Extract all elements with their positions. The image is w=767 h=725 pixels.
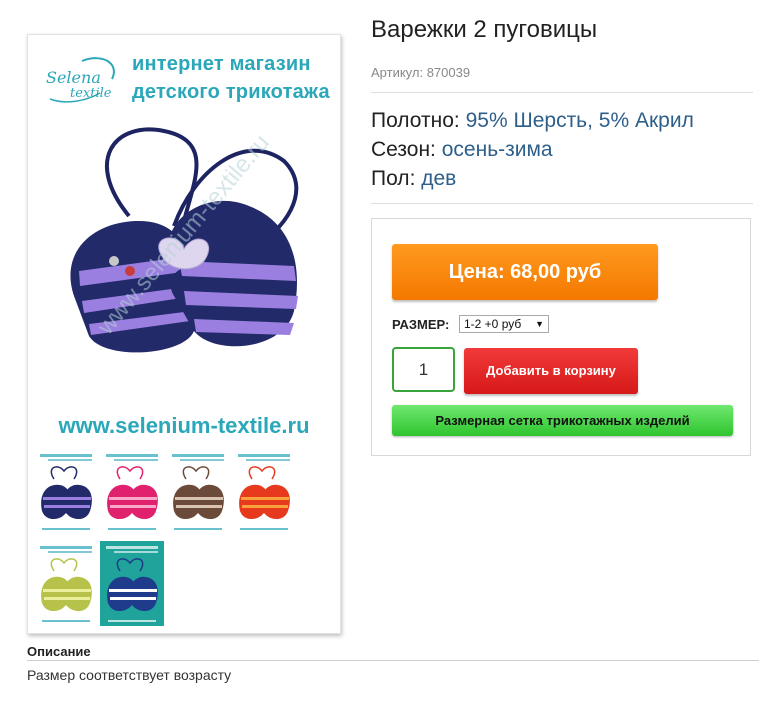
thumbnail-mittens-icon	[106, 454, 158, 530]
store-website: www.selenium-textile.ru	[58, 413, 310, 438]
dropdown-arrow-icon: ▼	[535, 319, 544, 329]
thumb-brown-beige[interactable]	[166, 449, 230, 534]
brand-logo-icon: Selena textile	[46, 57, 115, 103]
thumb-pink[interactable]	[100, 449, 164, 534]
attr-gender-value: дев	[421, 167, 457, 190]
thumbnail-mittens-icon	[106, 546, 158, 622]
thumbnail-mittens-icon	[40, 454, 92, 530]
thumb-teal-navy[interactable]	[100, 541, 164, 626]
thumb-navy-lilac[interactable]	[34, 449, 98, 534]
description-heading: Описание	[27, 644, 91, 659]
buy-box: Цена: 68,00 руб РАЗМЕР: 1-2 +0 руб ▼ 1 Д…	[371, 218, 751, 456]
quantity-input[interactable]: 1	[392, 347, 455, 392]
size-chart-button[interactable]: Размерная сетка трикотажных изделий	[392, 405, 733, 436]
attr-gender-key: Пол:	[371, 167, 416, 190]
size-select-value: 1-2 +0 руб	[464, 317, 522, 331]
product-gallery: Selena textile интернет магазин детского…	[27, 34, 341, 634]
attr-gender: Пол: дев	[371, 167, 456, 191]
store-tagline-1: интернет магазин	[132, 53, 311, 75]
divider	[371, 92, 753, 93]
thumb-olive[interactable]	[34, 541, 98, 626]
store-tagline-2: детского трикотажа	[132, 81, 330, 103]
attr-fabric: Полотно: 95% Шерсть, 5% Акрил	[371, 109, 694, 133]
description-text: Размер соответствует возрасту	[27, 667, 232, 683]
thumb-orange-red[interactable]	[232, 449, 296, 534]
attr-fabric-value: 95% Шерсть, 5% Акрил	[465, 109, 694, 132]
attr-season: Сезон: осень-зима	[371, 138, 553, 162]
main-product-image[interactable]: Selena textile интернет магазин детского…	[34, 41, 334, 445]
attr-season-key: Сезон:	[371, 138, 436, 161]
thumbnail-mittens-icon	[40, 546, 92, 622]
brand-line1: Selena	[46, 68, 101, 87]
size-select[interactable]: 1-2 +0 руб ▼	[459, 315, 549, 333]
price-button[interactable]: Цена: 68,00 руб	[392, 244, 658, 300]
size-label: РАЗМЕР:	[392, 317, 450, 332]
description-divider	[27, 660, 759, 661]
attr-season-value: осень-зима	[441, 138, 553, 161]
thumbnail-mittens-icon	[238, 454, 290, 530]
brand-line2: textile	[70, 86, 112, 101]
add-to-cart-button[interactable]: Добавить в корзину	[464, 348, 638, 394]
thumbnail-mittens-icon	[172, 454, 224, 530]
product-title: Варежки 2 пуговицы	[371, 16, 598, 43]
product-sku: Артикул: 870039	[371, 65, 471, 80]
divider	[371, 203, 753, 204]
attr-fabric-key: Полотно:	[371, 109, 460, 132]
